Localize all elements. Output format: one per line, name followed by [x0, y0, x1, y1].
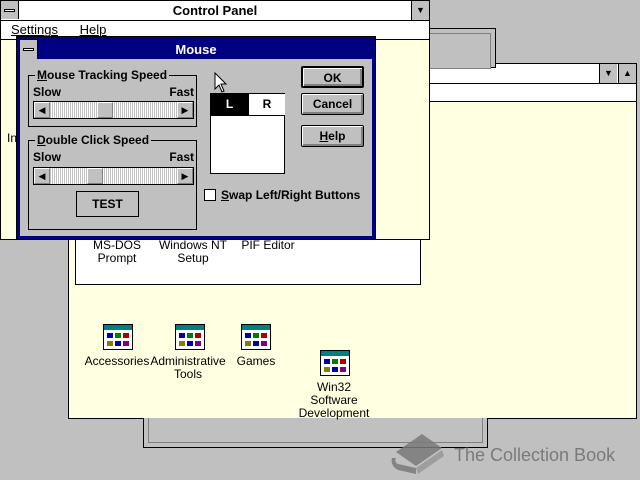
- help-button[interactable]: Help: [301, 125, 364, 147]
- pif-editor-label[interactable]: PIF Editor: [223, 239, 313, 252]
- mouse-dialog: Mouse Mouse Tracking Speed Slow Fast ◀ ▶…: [16, 36, 376, 240]
- tracking-left-arrow-icon[interactable]: ◀: [34, 102, 50, 118]
- swap-checkbox[interactable]: [204, 189, 216, 201]
- double-click-scrollbar[interactable]: ◀ ▶: [33, 167, 194, 185]
- tracking-speed-label: Mouse Tracking Speed: [35, 68, 170, 82]
- pm-maximize-button[interactable]: ▲: [618, 64, 636, 83]
- control-panel-minimize-button[interactable]: ▼: [411, 1, 429, 20]
- pm-minimize-button[interactable]: ▼: [599, 64, 617, 83]
- administrative-tools-group-icon[interactable]: [175, 324, 205, 350]
- mouse-buttons-image: L R: [210, 93, 285, 174]
- tracking-slow-label: Slow: [33, 85, 62, 99]
- tracking-speed-scrollbar[interactable]: ◀ ▶: [33, 101, 194, 119]
- ok-button[interactable]: OK: [301, 66, 364, 88]
- mouse-right-button: R: [248, 94, 285, 115]
- double-click-label: Double Click Speed: [35, 133, 152, 147]
- control-panel-title: Control Panel: [172, 3, 258, 18]
- control-panel-system-menu-icon[interactable]: [1, 1, 19, 19]
- mouse-titlebar[interactable]: Mouse: [20, 40, 372, 59]
- mouse-pointer-icon: [214, 72, 228, 93]
- double-click-thumb[interactable]: [87, 168, 103, 184]
- double-click-fast-label: Fast: [169, 150, 194, 164]
- win32-software-development-group-label[interactable]: Win32 Software Development: [289, 381, 379, 420]
- mouse-system-menu-icon[interactable]: [20, 40, 38, 59]
- tracking-speed-group: Mouse Tracking Speed Slow Fast ◀ ▶: [28, 68, 197, 127]
- accessories-group-icon[interactable]: [103, 324, 133, 350]
- games-group-icon[interactable]: [241, 324, 271, 350]
- tracking-speed-thumb[interactable]: [97, 102, 113, 118]
- double-click-group: Double Click Speed Slow Fast ◀ ▶ TEST: [28, 133, 197, 230]
- book-logo-icon: [391, 434, 444, 474]
- swap-label[interactable]: Swap Left/Right Buttons: [221, 188, 360, 202]
- double-click-right-arrow-icon[interactable]: ▶: [177, 168, 193, 184]
- watermark-text: The Collection Book: [454, 445, 616, 465]
- win32-software-development-group-icon[interactable]: [320, 350, 350, 376]
- cancel-button[interactable]: Cancel: [301, 93, 364, 115]
- control-panel-titlebar[interactable]: Control Panel: [1, 1, 429, 21]
- mouse-left-button: L: [211, 94, 248, 115]
- menu-settings[interactable]: Settings: [11, 22, 58, 37]
- tracking-right-arrow-icon[interactable]: ▶: [177, 102, 193, 118]
- double-click-left-arrow-icon[interactable]: ◀: [34, 168, 50, 184]
- menu-help[interactable]: Help: [80, 22, 107, 37]
- games-group-label[interactable]: Games: [211, 355, 301, 368]
- watermark: The Collection Book: [388, 430, 638, 475]
- double-click-slow-label: Slow: [33, 150, 62, 164]
- cp-window-border: [430, 28, 496, 69]
- test-button[interactable]: TEST: [76, 191, 139, 217]
- tracking-fast-label: Fast: [169, 85, 194, 99]
- mouse-title: Mouse: [175, 42, 217, 57]
